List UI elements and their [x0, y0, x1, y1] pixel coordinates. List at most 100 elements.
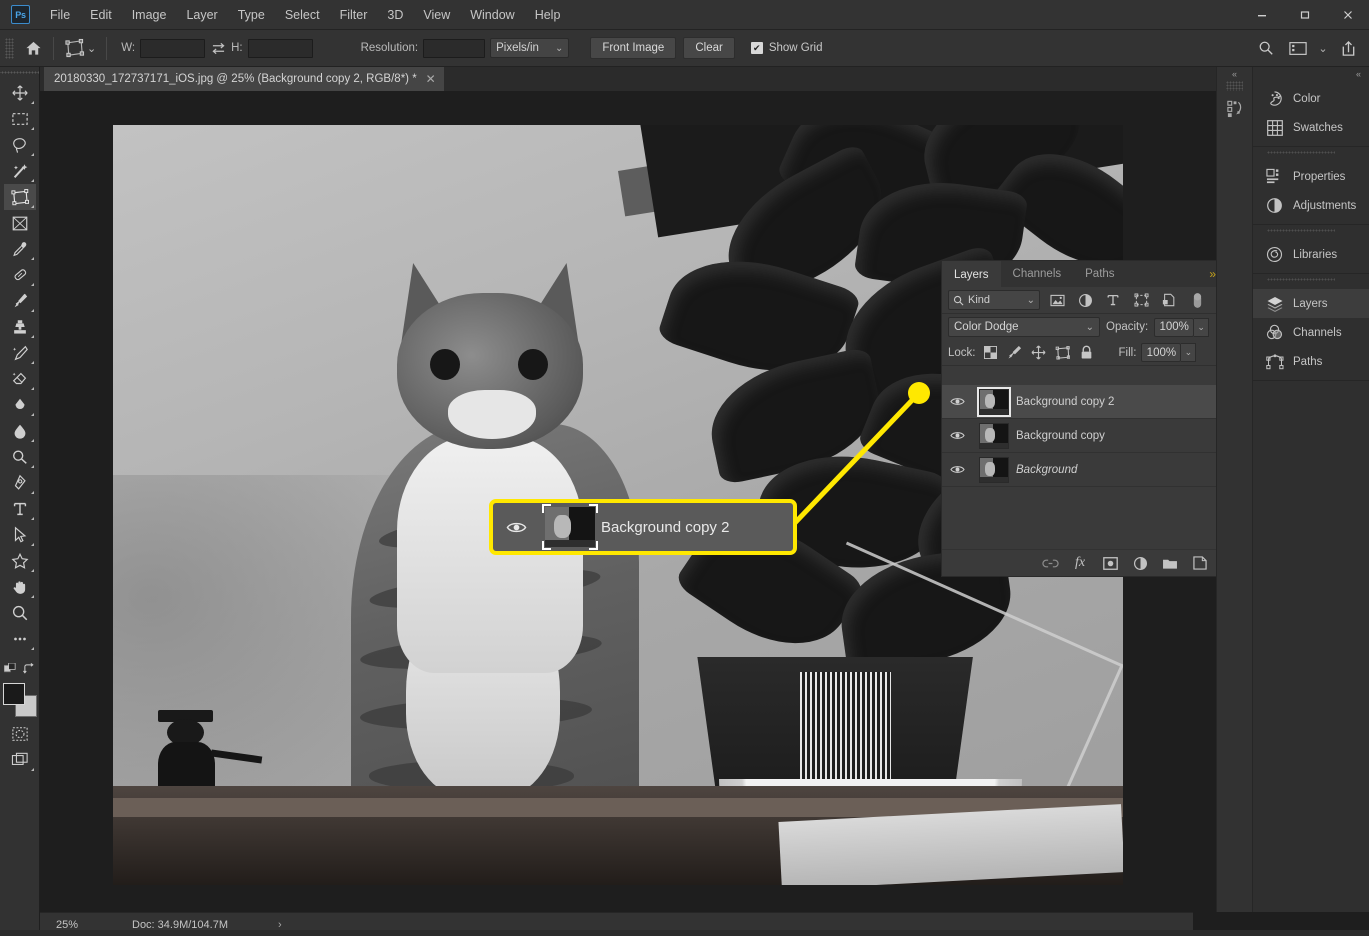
- show-grid-checkbox[interactable]: ✔ Show Grid: [750, 42, 823, 54]
- frame-tool[interactable]: [4, 210, 36, 236]
- type-tool[interactable]: [4, 496, 36, 522]
- layer-thumbnail[interactable]: [979, 422, 1009, 449]
- eye-visibility-icon[interactable]: [493, 520, 539, 535]
- dock-grip[interactable]: [1267, 278, 1335, 287]
- fill-value[interactable]: 100%: [1141, 343, 1182, 362]
- eye-visibility-icon[interactable]: [942, 430, 972, 441]
- dodge-tool[interactable]: [4, 444, 36, 470]
- table-row[interactable]: Background: [942, 453, 1250, 487]
- blur-tool[interactable]: [4, 418, 36, 444]
- document-tab[interactable]: 20180330_172737171_iOS.jpg @ 25% (Backgr…: [44, 67, 445, 91]
- blend-mode-select[interactable]: Color Dodge ⌄: [948, 317, 1100, 337]
- status-expand-icon[interactable]: ›: [278, 919, 282, 931]
- history-panel-icon[interactable]: [1217, 91, 1253, 125]
- magic-wand-tool[interactable]: [4, 158, 36, 184]
- clone-stamp-tool[interactable]: [4, 314, 36, 340]
- menu-select[interactable]: Select: [275, 2, 330, 28]
- resolution-input[interactable]: [423, 38, 486, 58]
- front-image-button[interactable]: Front Image: [590, 37, 677, 59]
- width-input[interactable]: [140, 38, 206, 58]
- lock-artboard-nesting-icon[interactable]: [1053, 343, 1072, 362]
- dock-collapse-icon[interactable]: «: [1253, 67, 1369, 80]
- sidebar-item-layers[interactable]: Layers: [1253, 289, 1369, 318]
- sidebar-item-adjustments[interactable]: Adjustments: [1253, 191, 1369, 220]
- move-tool[interactable]: [4, 80, 36, 106]
- minimize-button[interactable]: [1240, 0, 1283, 30]
- lasso-tool[interactable]: [4, 132, 36, 158]
- swap-arrows-icon[interactable]: [205, 42, 231, 55]
- eyedropper-tool[interactable]: [4, 236, 36, 262]
- fill-stepper-caret[interactable]: ⌄: [1181, 343, 1197, 362]
- add-layer-mask-icon[interactable]: [1100, 553, 1120, 573]
- layer-thumbnail-cell[interactable]: [972, 422, 1016, 449]
- tool-preset-picker[interactable]: ⌄: [60, 38, 100, 59]
- opacity-stepper-caret[interactable]: ⌄: [1194, 317, 1210, 337]
- table-row[interactable]: Background copy: [942, 419, 1250, 453]
- filter-shape-icon[interactable]: [1130, 290, 1152, 310]
- link-layers-icon[interactable]: [1040, 553, 1060, 573]
- lock-position-icon[interactable]: [1029, 343, 1048, 362]
- callout-layer-thumbnail-cell[interactable]: [539, 504, 601, 550]
- hand-tool[interactable]: [4, 574, 36, 600]
- menu-help[interactable]: Help: [525, 2, 571, 28]
- swap-colors-icon[interactable]: [22, 662, 36, 676]
- photoshop-logo-icon[interactable]: Ps: [11, 5, 30, 24]
- sidebar-item-color[interactable]: Color: [1253, 84, 1369, 113]
- menu-file[interactable]: File: [40, 2, 80, 28]
- rail-grip[interactable]: [1226, 81, 1243, 91]
- layer-name[interactable]: Background copy: [1016, 430, 1250, 442]
- home-icon[interactable]: [19, 34, 47, 62]
- workspace-icon[interactable]: [1283, 34, 1313, 62]
- menu-window[interactable]: Window: [460, 2, 524, 28]
- sidebar-item-properties[interactable]: Properties: [1253, 162, 1369, 191]
- layer-thumbnail[interactable]: [979, 456, 1009, 483]
- sidebar-item-swatches[interactable]: Swatches: [1253, 113, 1369, 142]
- new-layer-icon[interactable]: [1190, 553, 1210, 573]
- menu-layer[interactable]: Layer: [176, 2, 227, 28]
- opacity-value[interactable]: 100%: [1154, 317, 1195, 337]
- filter-type-icon[interactable]: [1102, 290, 1124, 310]
- history-brush-tool[interactable]: [4, 340, 36, 366]
- spot-healing-brush-tool[interactable]: [4, 262, 36, 288]
- menu-type[interactable]: Type: [228, 2, 275, 28]
- menu-view[interactable]: View: [413, 2, 460, 28]
- new-group-icon[interactable]: [1160, 553, 1180, 573]
- crop-tool[interactable]: [3, 184, 36, 210]
- foreground-color-swatch[interactable]: [2, 683, 25, 705]
- collapse-panels-icon[interactable]: «: [1217, 67, 1252, 81]
- clear-button[interactable]: Clear: [683, 37, 735, 59]
- close-icon[interactable]: ✕: [417, 72, 444, 86]
- chevron-down-icon[interactable]: ⌄: [87, 42, 96, 55]
- chevron-down-icon[interactable]: ⌄: [1315, 34, 1331, 62]
- rectangular-marquee-tool[interactable]: [4, 106, 36, 132]
- layer-style-fx-icon[interactable]: fx: [1070, 553, 1090, 573]
- fill-control[interactable]: 100% ⌄: [1141, 343, 1197, 362]
- menu-3d[interactable]: 3D: [377, 2, 413, 28]
- tab-paths[interactable]: Paths: [1073, 261, 1127, 287]
- layer-thumbnail[interactable]: [977, 386, 1011, 417]
- eraser-tool[interactable]: [4, 366, 36, 392]
- collapse-panel-icon[interactable]: »: [1209, 267, 1216, 281]
- path-selection-tool[interactable]: [4, 522, 36, 548]
- dock-grip[interactable]: [1267, 151, 1335, 160]
- resolution-units-select[interactable]: Pixels/in ⌄: [490, 38, 570, 58]
- menu-filter[interactable]: Filter: [330, 2, 378, 28]
- maximize-button[interactable]: [1283, 0, 1326, 30]
- tab-layers[interactable]: Layers: [942, 261, 1001, 287]
- search-icon[interactable]: [1251, 34, 1281, 62]
- edit-toolbar-ellipsis[interactable]: [4, 626, 36, 652]
- custom-shape-tool[interactable]: [4, 548, 36, 574]
- gradient-tool[interactable]: [4, 392, 36, 418]
- lock-all-icon[interactable]: [1077, 343, 1096, 362]
- eye-visibility-icon[interactable]: [942, 396, 972, 407]
- sidebar-item-channels[interactable]: Channels: [1253, 318, 1369, 347]
- filter-pixel-icon[interactable]: [1046, 290, 1068, 310]
- opacity-control[interactable]: 100% ⌄: [1154, 317, 1210, 337]
- menu-edit[interactable]: Edit: [80, 2, 122, 28]
- screen-mode-icon[interactable]: [4, 747, 36, 773]
- filter-toggle-icon[interactable]: [1186, 290, 1208, 310]
- pen-tool[interactable]: [4, 470, 36, 496]
- layer-thumbnail-cell[interactable]: [972, 456, 1016, 483]
- eye-visibility-icon[interactable]: [942, 464, 972, 475]
- share-icon[interactable]: [1333, 34, 1363, 62]
